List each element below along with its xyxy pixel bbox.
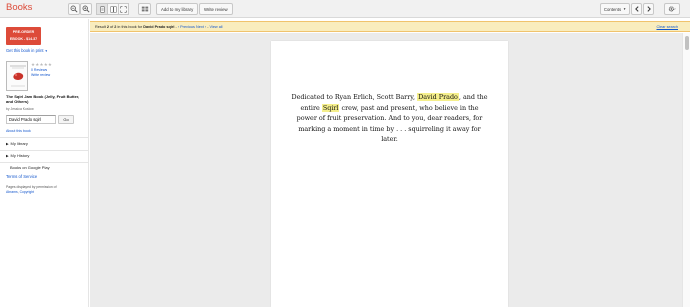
search-in-book-input[interactable]: [6, 115, 56, 124]
book-author: by Jessica Koslow: [6, 107, 34, 111]
book-cover-art: [7, 62, 27, 90]
go-button[interactable]: Go: [58, 115, 74, 124]
my-library-label: My library: [10, 141, 28, 146]
triangle-right-icon: ▶: [6, 154, 9, 158]
my-history-label: My History: [10, 153, 30, 158]
sidebar-divider: [0, 150, 89, 151]
two-page-icon: [109, 5, 117, 13]
zoom-in-button[interactable]: [80, 3, 92, 15]
dedication-text: Dedicated to Ryan Erlich, Scott Barry, D…: [291, 92, 488, 145]
chevron-down-icon: ▼: [623, 7, 627, 11]
write-review-link[interactable]: Write review: [31, 73, 50, 78]
top-toolbar: Books Add to my library Write review Con…: [0, 0, 690, 18]
contents-label: Contents: [603, 6, 622, 12]
reviews-block: 0 Reviews Write review: [31, 68, 50, 77]
next-page-button[interactable]: [643, 3, 654, 15]
zoom-in-icon: [82, 5, 90, 13]
search-query: David Prado sqirl: [143, 25, 175, 29]
result-mid: in this book for: [117, 25, 143, 29]
single-page-icon: [99, 5, 105, 13]
previous-page-button[interactable]: [631, 3, 642, 15]
result-prefix: Result: [95, 25, 106, 29]
publisher-link[interactable]: Abrams: [6, 190, 18, 194]
gear-icon: [668, 6, 676, 12]
get-in-print-link[interactable]: Get this book in print ▼: [6, 48, 48, 53]
contents-dropdown[interactable]: Contents ▼: [600, 3, 630, 15]
two-page-view-button[interactable]: [107, 3, 118, 15]
result-separator: -: [175, 25, 177, 29]
thumbnails-button[interactable]: [138, 3, 151, 15]
preorder-ebook-button[interactable]: PRE-ORDER EBOOK - $14.37: [6, 27, 41, 45]
left-sidebar: PRE-ORDER EBOOK - $14.37 Get this book i…: [0, 19, 89, 307]
clear-search-link[interactable]: Clear search: [656, 25, 678, 29]
sidebar-divider: [0, 137, 89, 138]
books-on-play-link[interactable]: Books on Google Play: [10, 165, 50, 170]
scrollbar-thumb[interactable]: [685, 36, 689, 50]
reader-viewport[interactable]: Dedicated to Ryan Erlich, Scott Barry, D…: [90, 33, 690, 307]
fullscreen-button[interactable]: [118, 3, 129, 15]
result-separator-2: -: [207, 25, 209, 29]
dedication-part-1: Dedicated to Ryan Erlich, Scott Barry,: [291, 93, 416, 101]
zoom-out-button[interactable]: [68, 3, 80, 15]
triangle-right-icon: ▶: [6, 142, 9, 146]
fullscreen-icon: [120, 5, 127, 13]
previous-result-link[interactable]: ‹ Previous: [178, 25, 195, 29]
copyright-link[interactable]: Copyright: [20, 190, 35, 194]
books-logo[interactable]: Books: [6, 2, 32, 13]
view-all-link[interactable]: View all: [210, 25, 223, 29]
add-to-library-button[interactable]: Add to my library: [156, 3, 199, 15]
settings-button[interactable]: [664, 3, 680, 15]
zoom-out-icon: [70, 5, 78, 13]
next-result-link[interactable]: Next ›: [196, 25, 206, 29]
book-title: The Sqirl Jam Book (Jelly, Fruit Butter,…: [6, 94, 80, 104]
book-page: Dedicated to Ryan Erlich, Scott Barry, D…: [271, 41, 508, 307]
preorder-label: PRE-ORDER: [12, 30, 35, 34]
view-mode-group: [96, 3, 129, 15]
about-book-link[interactable]: About this book: [6, 129, 31, 133]
single-page-view-button[interactable]: [96, 3, 107, 15]
preorder-price: EBOOK - $14.37: [9, 37, 38, 41]
sidebar-divider: [0, 162, 89, 163]
get-in-print-label: Get this book in print: [6, 48, 44, 53]
terms-of-service-link[interactable]: Terms of Service: [6, 174, 37, 179]
search-result-message: Result 2 of 2 in this book for David Pra…: [95, 25, 223, 29]
search-highlight: Sqirl: [321, 103, 340, 112]
my-history-menu[interactable]: ▶ My History: [6, 153, 29, 158]
caret-down-icon: ▼: [44, 49, 48, 53]
book-cover[interactable]: [6, 61, 28, 91]
permission-notice: Pages displayed by permission of Abrams,…: [6, 185, 86, 195]
result-number: 2: [106, 25, 109, 29]
chevron-left-icon: [634, 6, 639, 12]
my-library-menu[interactable]: ▶ My library: [6, 141, 28, 146]
reader-scrollbar[interactable]: [682, 33, 690, 307]
chevron-right-icon: [646, 6, 651, 12]
thumbnails-icon: [141, 6, 148, 12]
search-result-bar: Result 2 of 2 in this book for David Pra…: [90, 21, 690, 32]
result-of: of: [110, 25, 114, 29]
search-highlight: David Prado: [417, 93, 459, 101]
write-review-button[interactable]: Write review: [199, 3, 233, 15]
